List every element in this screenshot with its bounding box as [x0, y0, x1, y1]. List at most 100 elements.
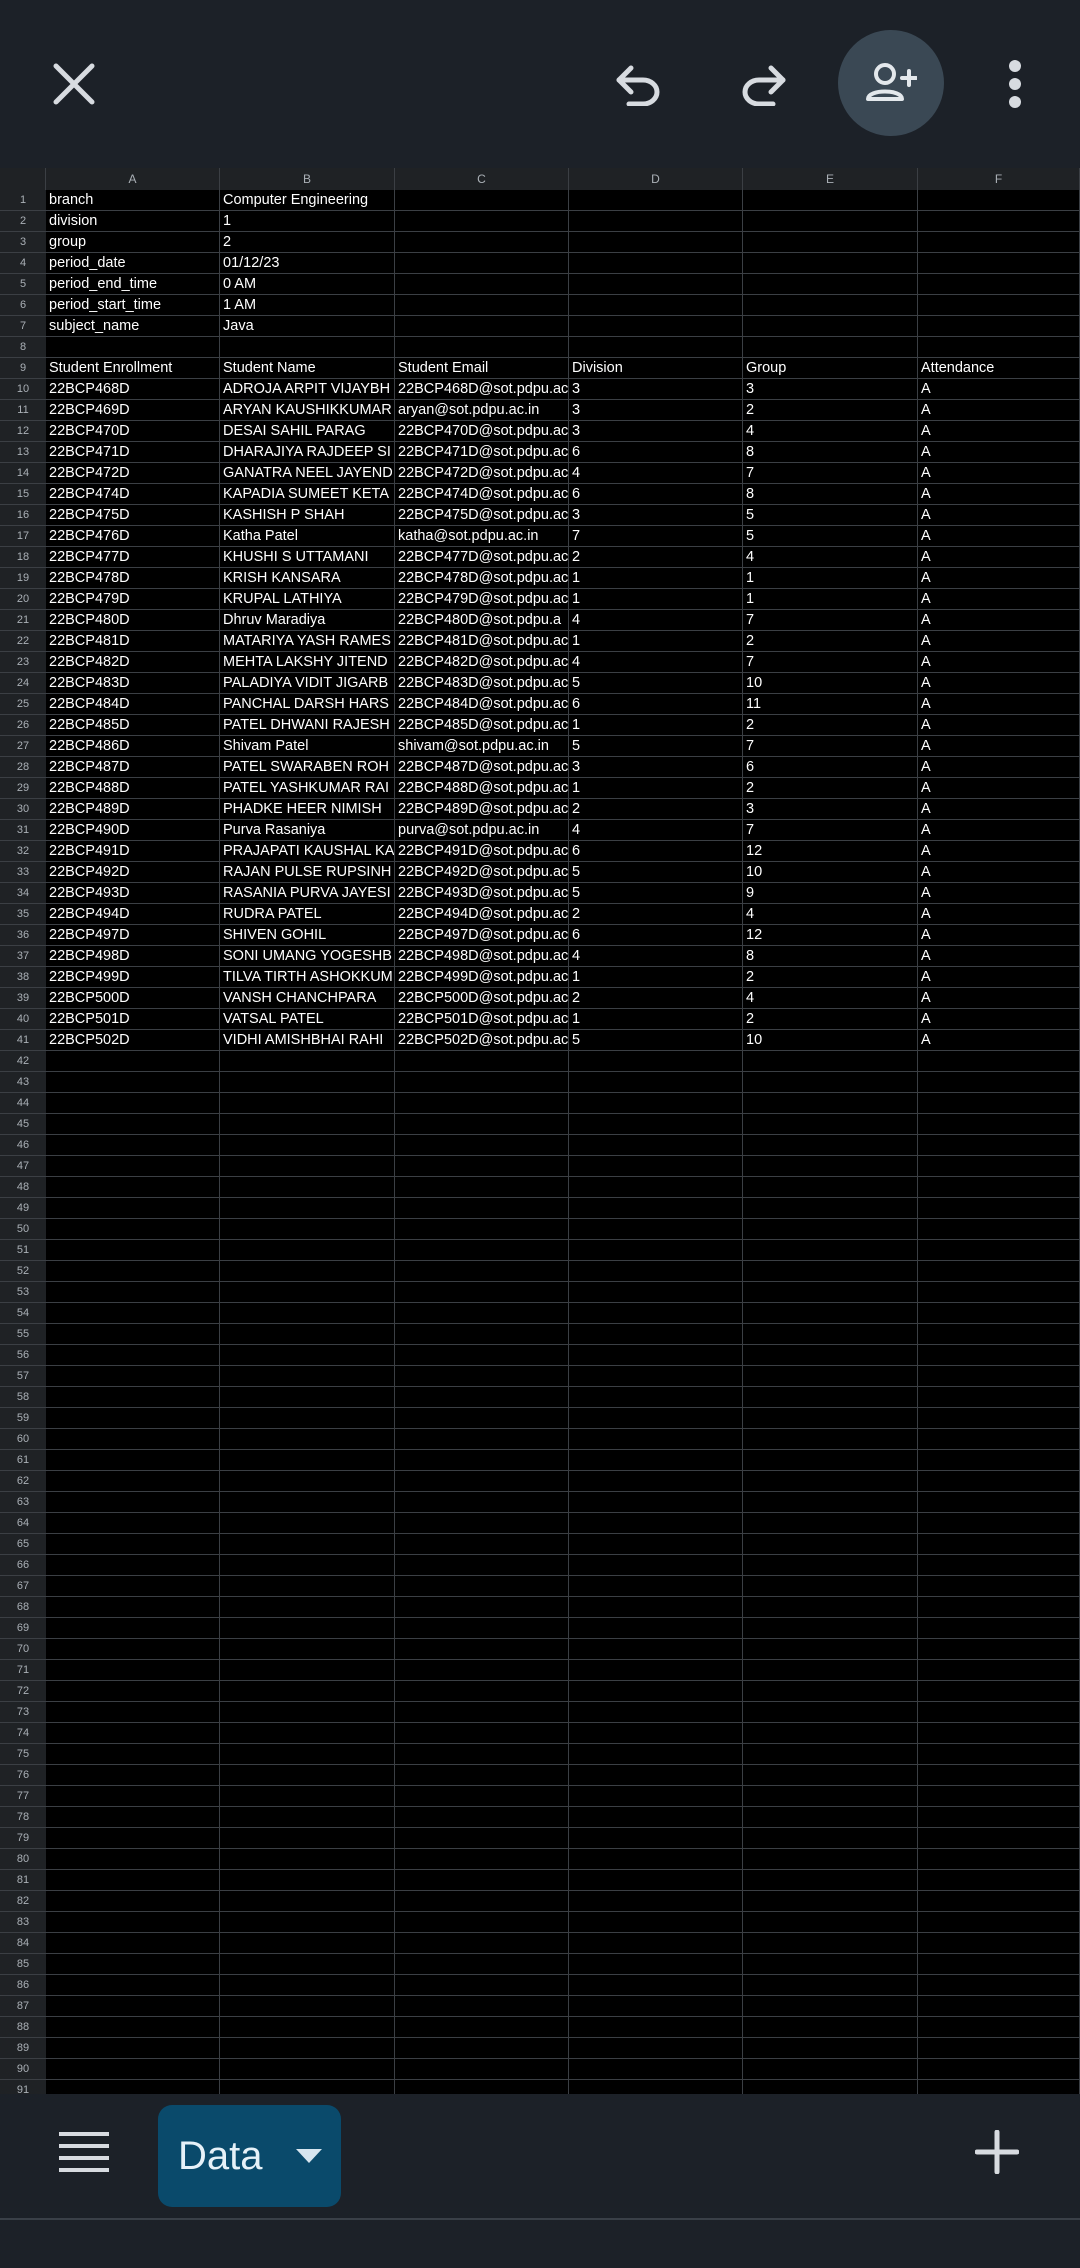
cell-e[interactable] — [743, 295, 918, 316]
row-number[interactable]: 3 — [0, 232, 46, 253]
row-number[interactable]: 60 — [0, 1429, 46, 1450]
cell-b[interactable]: Shivam Patel — [220, 736, 395, 757]
row-number[interactable]: 5 — [0, 274, 46, 295]
row-number[interactable]: 20 — [0, 589, 46, 610]
cell-e[interactable] — [743, 1492, 918, 1513]
cell-c[interactable] — [395, 1744, 569, 1765]
cell-a[interactable]: 22BCP489D — [46, 799, 220, 820]
cell-a[interactable]: 22BCP490D — [46, 820, 220, 841]
cell-a[interactable]: 22BCP491D — [46, 841, 220, 862]
cell-a[interactable]: 22BCP501D — [46, 1009, 220, 1030]
cell-d[interactable]: 5 — [569, 673, 743, 694]
cell-e[interactable] — [743, 232, 918, 253]
cell-e[interactable] — [743, 253, 918, 274]
cell-a[interactable]: 22BCP499D — [46, 967, 220, 988]
cell-c[interactable]: katha@sot.pdpu.ac.in — [395, 526, 569, 547]
cell-b[interactable]: 1 AM — [220, 295, 395, 316]
row-number[interactable]: 75 — [0, 1744, 46, 1765]
cell-c[interactable] — [395, 1177, 569, 1198]
cell-c[interactable] — [395, 1450, 569, 1471]
row-number[interactable]: 84 — [0, 1933, 46, 1954]
cell-f[interactable] — [918, 1618, 1080, 1639]
row-number[interactable]: 11 — [0, 400, 46, 421]
cell-b[interactable] — [220, 1912, 395, 1933]
cell-c[interactable] — [395, 1093, 569, 1114]
cell-f[interactable]: A — [918, 988, 1080, 1009]
cell-d[interactable] — [569, 1135, 743, 1156]
cell-e[interactable]: 10 — [743, 1030, 918, 1051]
cell-c[interactable] — [395, 1933, 569, 1954]
cell-f[interactable] — [918, 1891, 1080, 1912]
cell-f[interactable] — [918, 1597, 1080, 1618]
cell-e[interactable]: 1 — [743, 589, 918, 610]
row-number[interactable]: 71 — [0, 1660, 46, 1681]
row-number[interactable]: 50 — [0, 1219, 46, 1240]
cell-b[interactable] — [220, 1996, 395, 2017]
cell-f[interactable] — [918, 1723, 1080, 1744]
cell-a[interactable] — [46, 1849, 220, 1870]
cell-a[interactable]: 22BCP476D — [46, 526, 220, 547]
cell-e[interactable] — [743, 1303, 918, 1324]
cell-b[interactable]: PANCHAL DARSH HARS — [220, 694, 395, 715]
cell-d[interactable] — [569, 1534, 743, 1555]
cell-b[interactable]: TILVA TIRTH ASHOKKUM — [220, 967, 395, 988]
cell-d[interactable] — [569, 1660, 743, 1681]
cell-b[interactable] — [220, 1072, 395, 1093]
cell-b[interactable] — [220, 1597, 395, 1618]
cell-f[interactable] — [918, 1471, 1080, 1492]
row-number[interactable]: 63 — [0, 1492, 46, 1513]
row-number[interactable]: 69 — [0, 1618, 46, 1639]
cell-b[interactable] — [220, 1198, 395, 1219]
cell-a[interactable] — [46, 1660, 220, 1681]
cell-a[interactable]: 22BCP480D — [46, 610, 220, 631]
cell-a[interactable]: 22BCP481D — [46, 631, 220, 652]
cell-d[interactable]: 4 — [569, 820, 743, 841]
row-number[interactable]: 49 — [0, 1198, 46, 1219]
cell-b[interactable] — [220, 1576, 395, 1597]
cell-b[interactable]: KASHISH P SHAH — [220, 505, 395, 526]
cell-f[interactable]: A — [918, 778, 1080, 799]
row-number[interactable]: 44 — [0, 1093, 46, 1114]
cell-d[interactable]: 3 — [569, 379, 743, 400]
cell-e[interactable] — [743, 1639, 918, 1660]
cell-e[interactable]: 2 — [743, 715, 918, 736]
cell-b[interactable] — [220, 1177, 395, 1198]
cell-b[interactable]: ARYAN KAUSHIKKUMAR — [220, 400, 395, 421]
cell-a[interactable] — [46, 1807, 220, 1828]
cell-e[interactable] — [743, 2080, 918, 2094]
cell-e[interactable]: 4 — [743, 421, 918, 442]
cell-a[interactable]: 22BCP483D — [46, 673, 220, 694]
cell-c[interactable] — [395, 1345, 569, 1366]
cell-a[interactable] — [46, 1051, 220, 1072]
cell-a[interactable] — [46, 1135, 220, 1156]
cell-c[interactable] — [395, 1576, 569, 1597]
cell-a[interactable] — [46, 1387, 220, 1408]
cell-d[interactable] — [569, 1240, 743, 1261]
cell-d[interactable]: 2 — [569, 547, 743, 568]
cell-a[interactable]: period_date — [46, 253, 220, 274]
cell-d[interactable] — [569, 1807, 743, 1828]
cell-c[interactable] — [395, 295, 569, 316]
cell-c[interactable] — [395, 1387, 569, 1408]
cell-d[interactable]: 6 — [569, 925, 743, 946]
cell-c[interactable]: 22BCP487D@sot.pdpu.ac — [395, 757, 569, 778]
cell-e[interactable] — [743, 1618, 918, 1639]
cell-a[interactable] — [46, 1912, 220, 1933]
cell-a[interactable] — [46, 2059, 220, 2080]
cell-d[interactable]: 1 — [569, 589, 743, 610]
cell-e[interactable]: 7 — [743, 652, 918, 673]
cell-c[interactable]: 22BCP497D@sot.pdpu.ac — [395, 925, 569, 946]
cell-b[interactable] — [220, 2038, 395, 2059]
row-number[interactable]: 2 — [0, 211, 46, 232]
cell-a[interactable] — [46, 1681, 220, 1702]
cell-d[interactable] — [569, 1975, 743, 1996]
cell-c[interactable] — [395, 1303, 569, 1324]
cell-f[interactable] — [918, 1954, 1080, 1975]
cell-b[interactable] — [220, 1429, 395, 1450]
cell-c[interactable] — [395, 2038, 569, 2059]
row-number[interactable]: 12 — [0, 421, 46, 442]
cell-f[interactable] — [918, 1828, 1080, 1849]
cell-e[interactable] — [743, 2017, 918, 2038]
cell-e[interactable] — [743, 1471, 918, 1492]
cell-f[interactable]: A — [918, 610, 1080, 631]
